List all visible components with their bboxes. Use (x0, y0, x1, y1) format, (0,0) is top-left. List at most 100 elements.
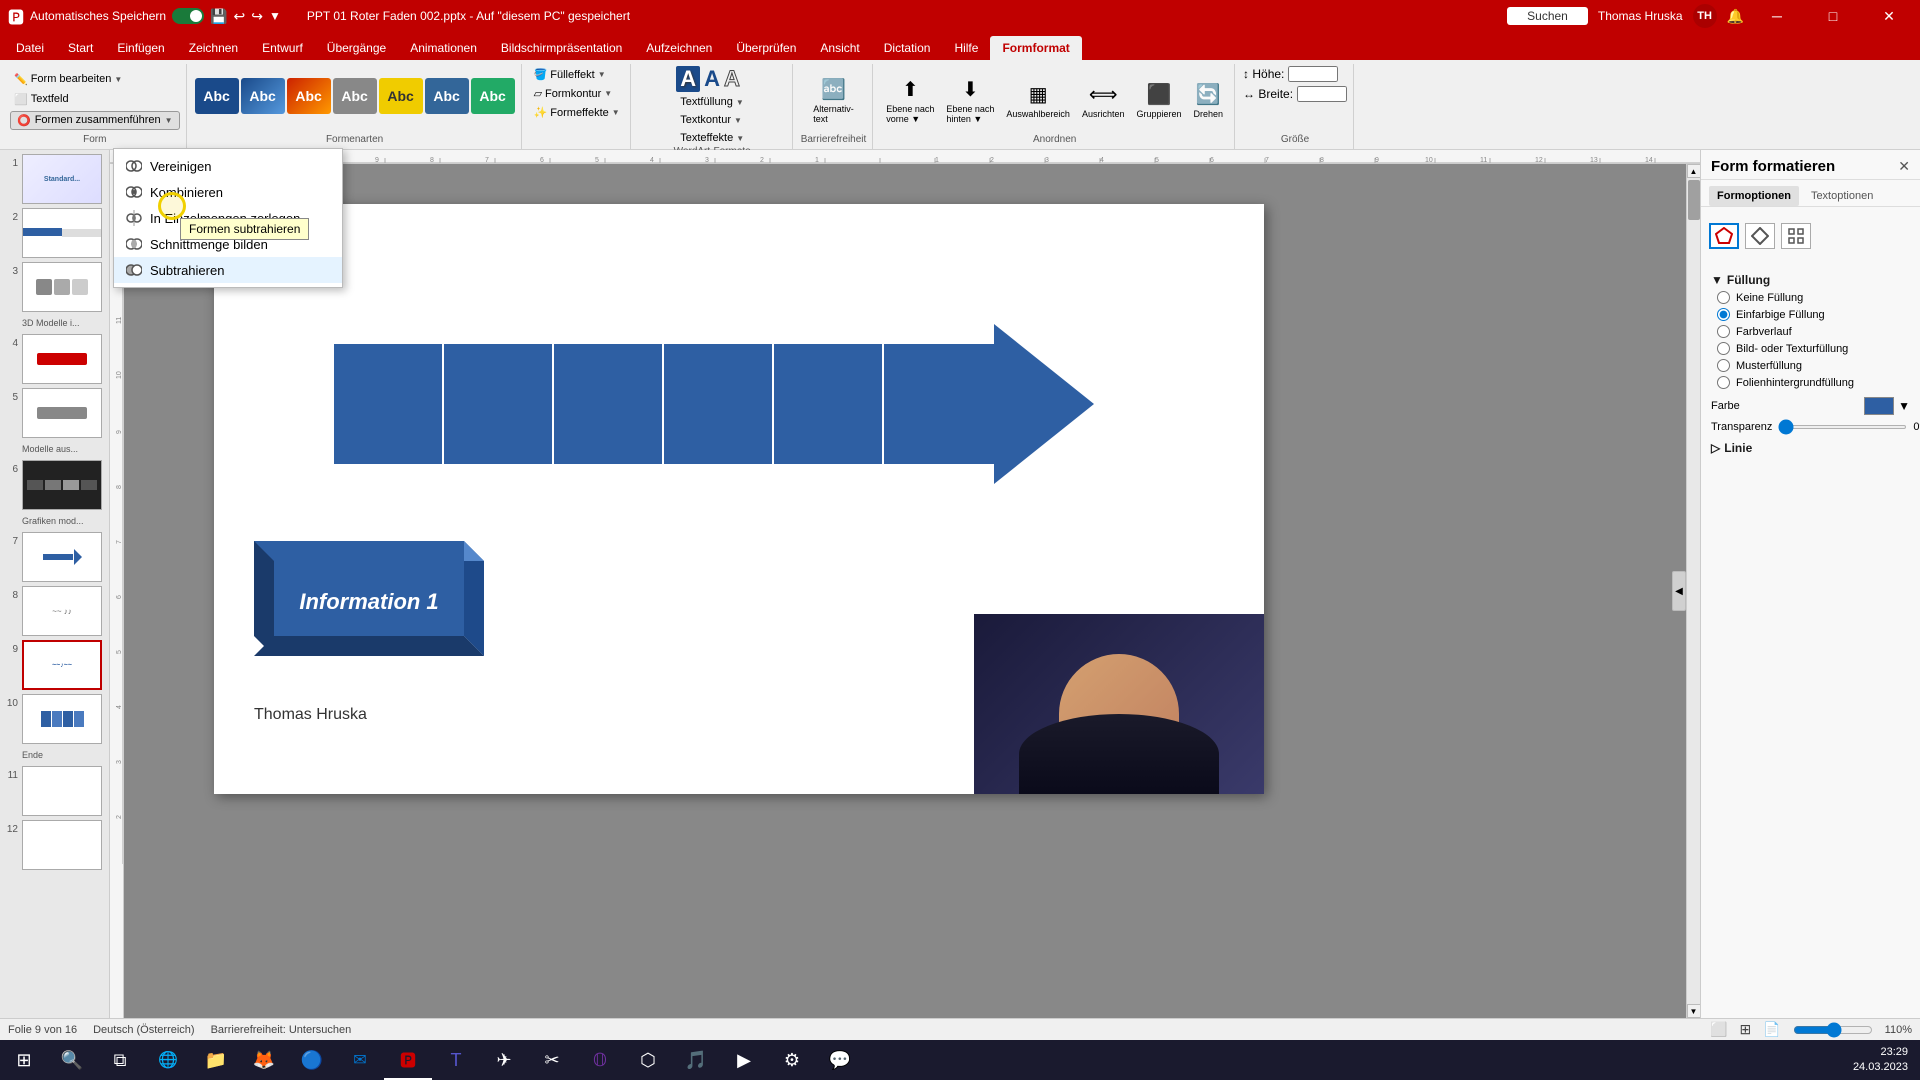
share-icons[interactable]: 🔔 (1727, 8, 1744, 25)
gruppieren-btn[interactable]: ⬛ Gruppieren (1131, 79, 1186, 122)
breite-input[interactable] (1297, 86, 1347, 102)
tab-entwurf[interactable]: Entwurf (250, 36, 315, 60)
slide-thumb-4[interactable]: 4 (4, 334, 105, 384)
form-bearbeiten-btn[interactable]: ✏️ Form bearbeiten ▼ (10, 71, 180, 88)
slide-thumb-7[interactable]: 7 (4, 532, 105, 582)
powerpoint-taskbar-btn[interactable]: 🅿 (384, 1040, 432, 1080)
fulleffekt-btn[interactable]: 🪣 Fülleffekt ▼ (530, 66, 610, 83)
radio-muster[interactable]: Musterfüllung (1717, 359, 1910, 372)
auswahlbereich-btn[interactable]: ▦ Auswahlbereich (1001, 79, 1075, 122)
slide-thumb-10[interactable]: 10 (4, 694, 105, 744)
abc-style-2[interactable]: Abc (241, 78, 285, 114)
view-slide-icon[interactable]: ⊞ (1740, 1021, 1752, 1038)
dropdown-vereinigen[interactable]: Vereinigen (114, 153, 342, 179)
tab-ansicht[interactable]: Ansicht (808, 36, 871, 60)
firefox-btn[interactable]: 🦊 (240, 1040, 288, 1080)
tab-zeichnen[interactable]: Zeichnen (177, 36, 250, 60)
tab-datei[interactable]: Datei (4, 36, 56, 60)
textfeld-btn[interactable]: ⬜ Textfeld (10, 91, 180, 108)
tab-dictation[interactable]: Dictation (872, 36, 943, 60)
texteffekte-btn[interactable]: Texteffekte▼ (676, 130, 748, 146)
slide-thumb-11[interactable]: 11 (4, 766, 105, 816)
slide-thumb-5[interactable]: 5 (4, 388, 105, 438)
slide-thumb-8[interactable]: 8 ~~ ♪♪ (4, 586, 105, 636)
linie-section[interactable]: ▷ Linie (1711, 441, 1910, 455)
textfullung-btn[interactable]: Textfüllung▼ (676, 94, 748, 110)
slide-thumb-12[interactable]: 12 (4, 820, 105, 870)
wordart-a2[interactable]: A (704, 66, 720, 92)
wordart-a1[interactable]: A (676, 66, 700, 92)
transparenz-slider[interactable] (1778, 425, 1907, 429)
slide-thumb-9[interactable]: 9 ~~♪~~ (4, 640, 105, 690)
redo-icon[interactable]: ↪ (251, 8, 263, 25)
radio-bild-textur[interactable]: Bild- oder Texturfüllung (1717, 342, 1910, 355)
collapse-arrow[interactable]: ◀ (1672, 571, 1686, 611)
explorer-btn[interactable]: 📁 (192, 1040, 240, 1080)
slide-thumb-1[interactable]: 1 Standard... (4, 154, 105, 204)
dropdown-subtrahieren[interactable]: Subtrahieren (114, 257, 342, 283)
onenote-btn[interactable]: 𝕆 (576, 1040, 624, 1080)
slide-canvas[interactable]: Information 1 Thomas Hruska (214, 204, 1264, 794)
wordart-a3[interactable]: A (724, 66, 740, 92)
app-btn-2[interactable]: 🎵 (672, 1040, 720, 1080)
formen-chev[interactable]: ▼ (165, 116, 173, 125)
tab-formformat[interactable]: Formformat (990, 36, 1081, 60)
radio-farbverlauf[interactable]: Farbverlauf (1717, 325, 1910, 338)
arrow-shape[interactable] (334, 324, 1094, 484)
alternativtext-btn[interactable]: 🔤 Alternativ-text (808, 74, 859, 127)
scroll-down-btn[interactable]: ▼ (1687, 1004, 1701, 1018)
edge-btn[interactable]: 🌐 (144, 1040, 192, 1080)
app-btn-1[interactable]: ⬡ (624, 1040, 672, 1080)
slide-thumb-3[interactable]: 3 (4, 262, 105, 312)
view-normal-icon[interactable]: ⬜ (1710, 1021, 1727, 1038)
slide-thumb-2[interactable]: 2 (4, 208, 105, 258)
radio-einfarbige-fullung[interactable]: Einfarbige Füllung (1717, 308, 1910, 321)
abc-style-4[interactable]: Abc (333, 78, 377, 114)
info-shape-container[interactable]: Information 1 (254, 511, 484, 674)
view-notes-icon[interactable]: 📄 (1763, 1021, 1780, 1038)
farbe-dropdown-btn[interactable]: ▼ (1898, 399, 1910, 413)
more-icon[interactable]: ▼ (269, 9, 281, 23)
tab-hilfe[interactable]: Hilfe (942, 36, 990, 60)
tab-einfugen[interactable]: Einfügen (105, 36, 176, 60)
textkontur-btn[interactable]: Textkontur▼ (676, 112, 746, 128)
teams-btn[interactable]: T (432, 1040, 480, 1080)
search-box[interactable]: Suchen (1507, 7, 1588, 25)
snip-btn[interactable]: ✂ (528, 1040, 576, 1080)
abc-style-7[interactable]: Abc (471, 78, 515, 114)
farbe-color-box[interactable] (1864, 397, 1894, 415)
autosave-toggle[interactable] (172, 8, 204, 24)
taskview-btn[interactable]: ⧉ (96, 1040, 144, 1080)
app-btn-4[interactable]: ⚙ (768, 1040, 816, 1080)
save-icon[interactable]: 💾 (210, 8, 227, 25)
zoom-slider[interactable] (1793, 1022, 1873, 1038)
ebene-hinten-btn[interactable]: ⬇ Ebene nachhinten ▼ (941, 74, 999, 127)
abc-style-3[interactable]: Abc (287, 78, 331, 114)
formeffekte-btn[interactable]: ✨ Formeffekte ▼ (530, 104, 624, 121)
form-bearbeiten-chev[interactable]: ▼ (114, 75, 122, 84)
fullung-section-label[interactable]: ▼ Füllung (1711, 273, 1910, 287)
undo-icon[interactable]: ↩ (234, 8, 246, 25)
drehen-btn[interactable]: 🔄 Drehen (1189, 79, 1229, 122)
minimize-btn[interactable]: ─ (1754, 0, 1800, 32)
ebene-vorne-btn[interactable]: ⬆ Ebene nachvorne ▼ (881, 74, 939, 127)
slide-thumb-6[interactable]: 6 (4, 460, 105, 510)
tab-formoptionen[interactable]: Formoptionen (1709, 186, 1799, 206)
telegram-btn[interactable]: ✈ (480, 1040, 528, 1080)
tab-bildschirm[interactable]: Bildschirmpräsentation (489, 36, 634, 60)
outlook-btn[interactable]: ✉ (336, 1040, 384, 1080)
close-btn[interactable]: ✕ (1866, 0, 1912, 32)
tab-start[interactable]: Start (56, 36, 105, 60)
tab-uberprufen[interactable]: Überprüfen (724, 36, 808, 60)
radio-keine-fullung[interactable]: Keine Füllung (1717, 291, 1910, 304)
shape-icon-diamond[interactable] (1745, 223, 1775, 249)
tab-animationen[interactable]: Animationen (398, 36, 489, 60)
abc-style-1[interactable]: Abc (195, 78, 239, 114)
app-btn-5[interactable]: 💬 (816, 1040, 864, 1080)
app-btn-3[interactable]: ▶ (720, 1040, 768, 1080)
dropdown-kombinieren[interactable]: Kombinieren (114, 179, 342, 205)
shape-icon-pentagon[interactable] (1709, 223, 1739, 249)
tab-ubergange[interactable]: Übergänge (315, 36, 398, 60)
formen-zusammenfuhren-btn[interactable]: ⭕ Formen zusammenführen ▼ (10, 111, 180, 130)
formkontur-btn[interactable]: ▱ Formkontur ▼ (530, 85, 617, 102)
